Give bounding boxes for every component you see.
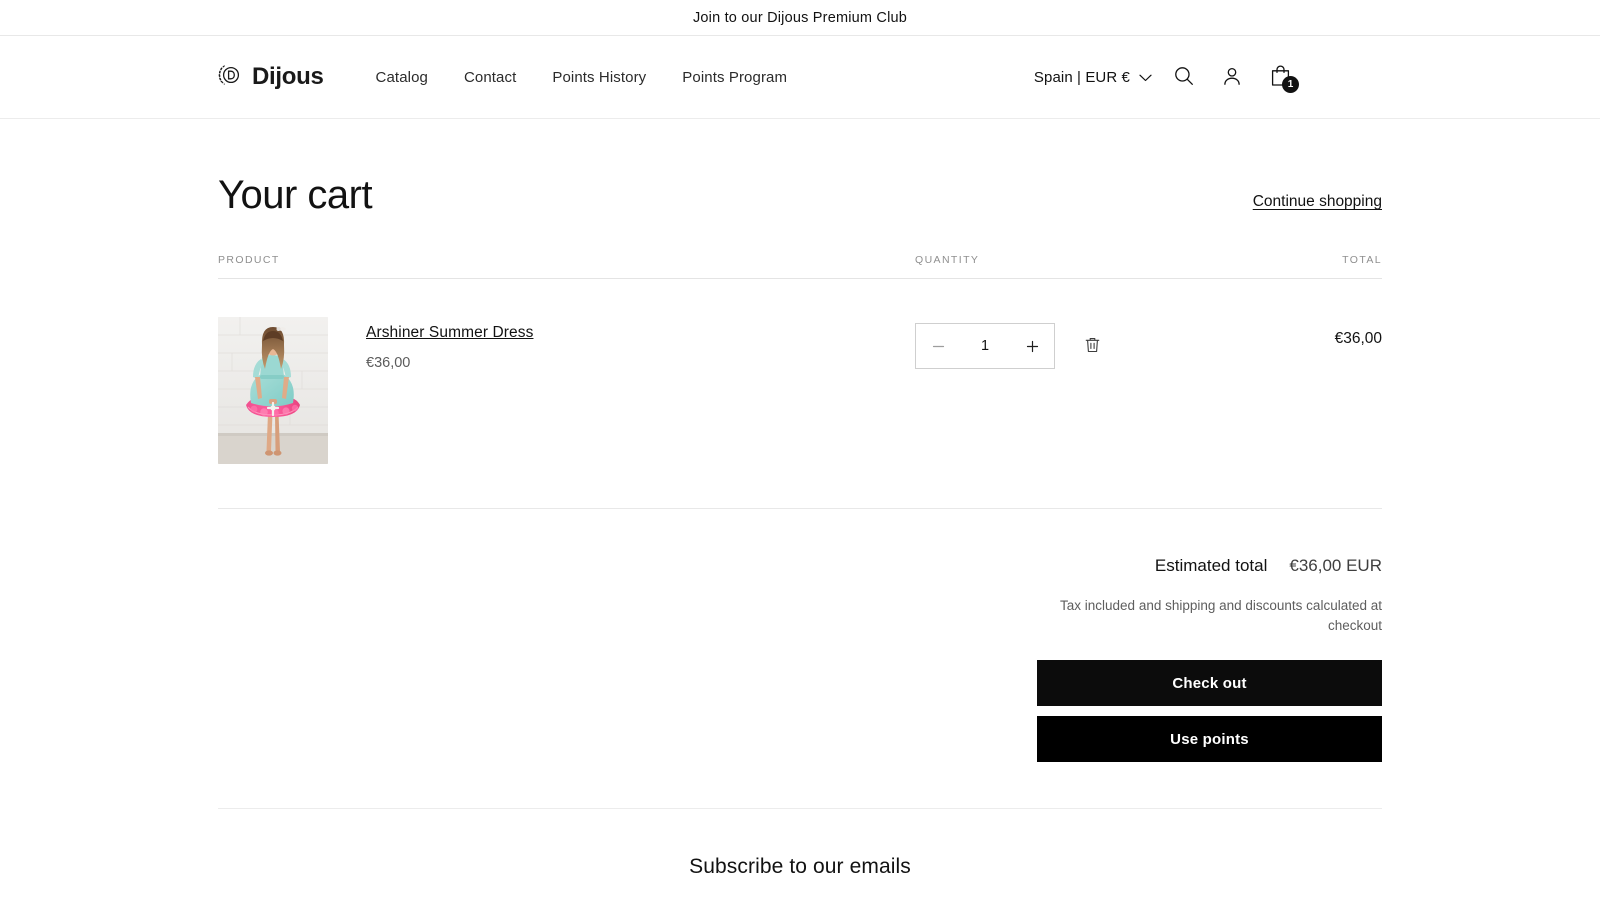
cart-line-item-row: Arshiner Summer Dress €36,00 1 €36,00: [218, 279, 1382, 509]
primary-nav: Catalog Contact Points History Points Pr…: [358, 61, 806, 94]
site-footer: Subscribe to our emails: [218, 808, 1382, 879]
continue-shopping-link[interactable]: Continue shopping: [1253, 193, 1382, 211]
announcement-text: Join to our Dijous Premium Club: [692, 9, 908, 26]
locale-currency-selector[interactable]: Spain | EUR €: [1024, 61, 1158, 94]
search-icon: [1173, 65, 1195, 90]
nav-item-contact[interactable]: Contact: [446, 61, 534, 94]
quantity-cell: [915, 317, 1250, 369]
brand-logo-link[interactable]: Dijous: [218, 62, 324, 93]
totals-block: Estimated total €36,00 EUR Tax included …: [1037, 556, 1382, 763]
column-header-quantity: QUANTITY: [915, 254, 980, 266]
account-icon: [1221, 65, 1243, 90]
cart-count-badge: 1: [1282, 76, 1299, 93]
cart-page: Your cart Continue shopping PRODUCT QUAN…: [0, 119, 1600, 879]
line-item-total: €36,00: [1334, 330, 1382, 347]
estimated-total-value: €36,00 EUR: [1289, 556, 1382, 575]
quantity-increase-button[interactable]: [1010, 324, 1054, 368]
chevron-down-icon: [1139, 69, 1152, 86]
quantity-input[interactable]: [960, 338, 1010, 354]
locale-label: Spain | EUR €: [1033, 68, 1130, 86]
nav-item-points-program[interactable]: Points Program: [664, 61, 805, 94]
announcement-bar: Join to our Dijous Premium Club: [0, 0, 1600, 36]
laurel-wreath-d-logo-icon: [218, 62, 244, 93]
product-unit-price: €36,00: [366, 354, 411, 371]
header-actions: Spain | EUR € 1: [1024, 55, 1560, 99]
search-button[interactable]: [1162, 55, 1206, 99]
account-button[interactable]: [1210, 55, 1254, 99]
product-title-link[interactable]: Arshiner Summer Dress: [366, 324, 533, 341]
product-thumbnail[interactable]: [218, 317, 328, 464]
use-points-button[interactable]: Use points: [1037, 716, 1382, 763]
remove-item-button[interactable]: [1077, 331, 1107, 361]
cart-table-header: PRODUCT QUANTITY TOTAL: [218, 254, 1382, 279]
estimated-total-row: Estimated total €36,00 EUR: [1037, 556, 1382, 576]
nav-item-points-history[interactable]: Points History: [534, 61, 664, 94]
subscribe-heading: Subscribe to our emails: [689, 855, 911, 879]
nav-item-catalog[interactable]: Catalog: [358, 61, 446, 94]
site-header: Dijous Catalog Contact Points History Po…: [0, 36, 1600, 119]
product-cell: Arshiner Summer Dress €36,00: [218, 317, 915, 464]
cart-table: PRODUCT QUANTITY TOTAL Arshiner Summer D…: [218, 254, 1382, 509]
trash-icon: [1084, 336, 1101, 357]
product-info: Arshiner Summer Dress €36,00: [366, 317, 533, 464]
quantity-stepper: [915, 323, 1055, 369]
quantity-decrease-button[interactable]: [916, 324, 960, 368]
tax-and-shipping-note: Tax included and shipping and discounts …: [1060, 598, 1382, 633]
column-header-product: PRODUCT: [218, 254, 280, 266]
cart-summary: Estimated total €36,00 EUR Tax included …: [218, 509, 1382, 763]
page-title: Your cart: [218, 173, 373, 217]
brand-name: Dijous: [252, 63, 324, 90]
cart-button[interactable]: 1: [1258, 55, 1302, 99]
checkout-button[interactable]: Check out: [1037, 660, 1382, 707]
cart-header-row: Your cart Continue shopping: [218, 119, 1382, 217]
estimated-total-label: Estimated total: [1154, 556, 1268, 575]
column-header-total: TOTAL: [1342, 254, 1382, 266]
